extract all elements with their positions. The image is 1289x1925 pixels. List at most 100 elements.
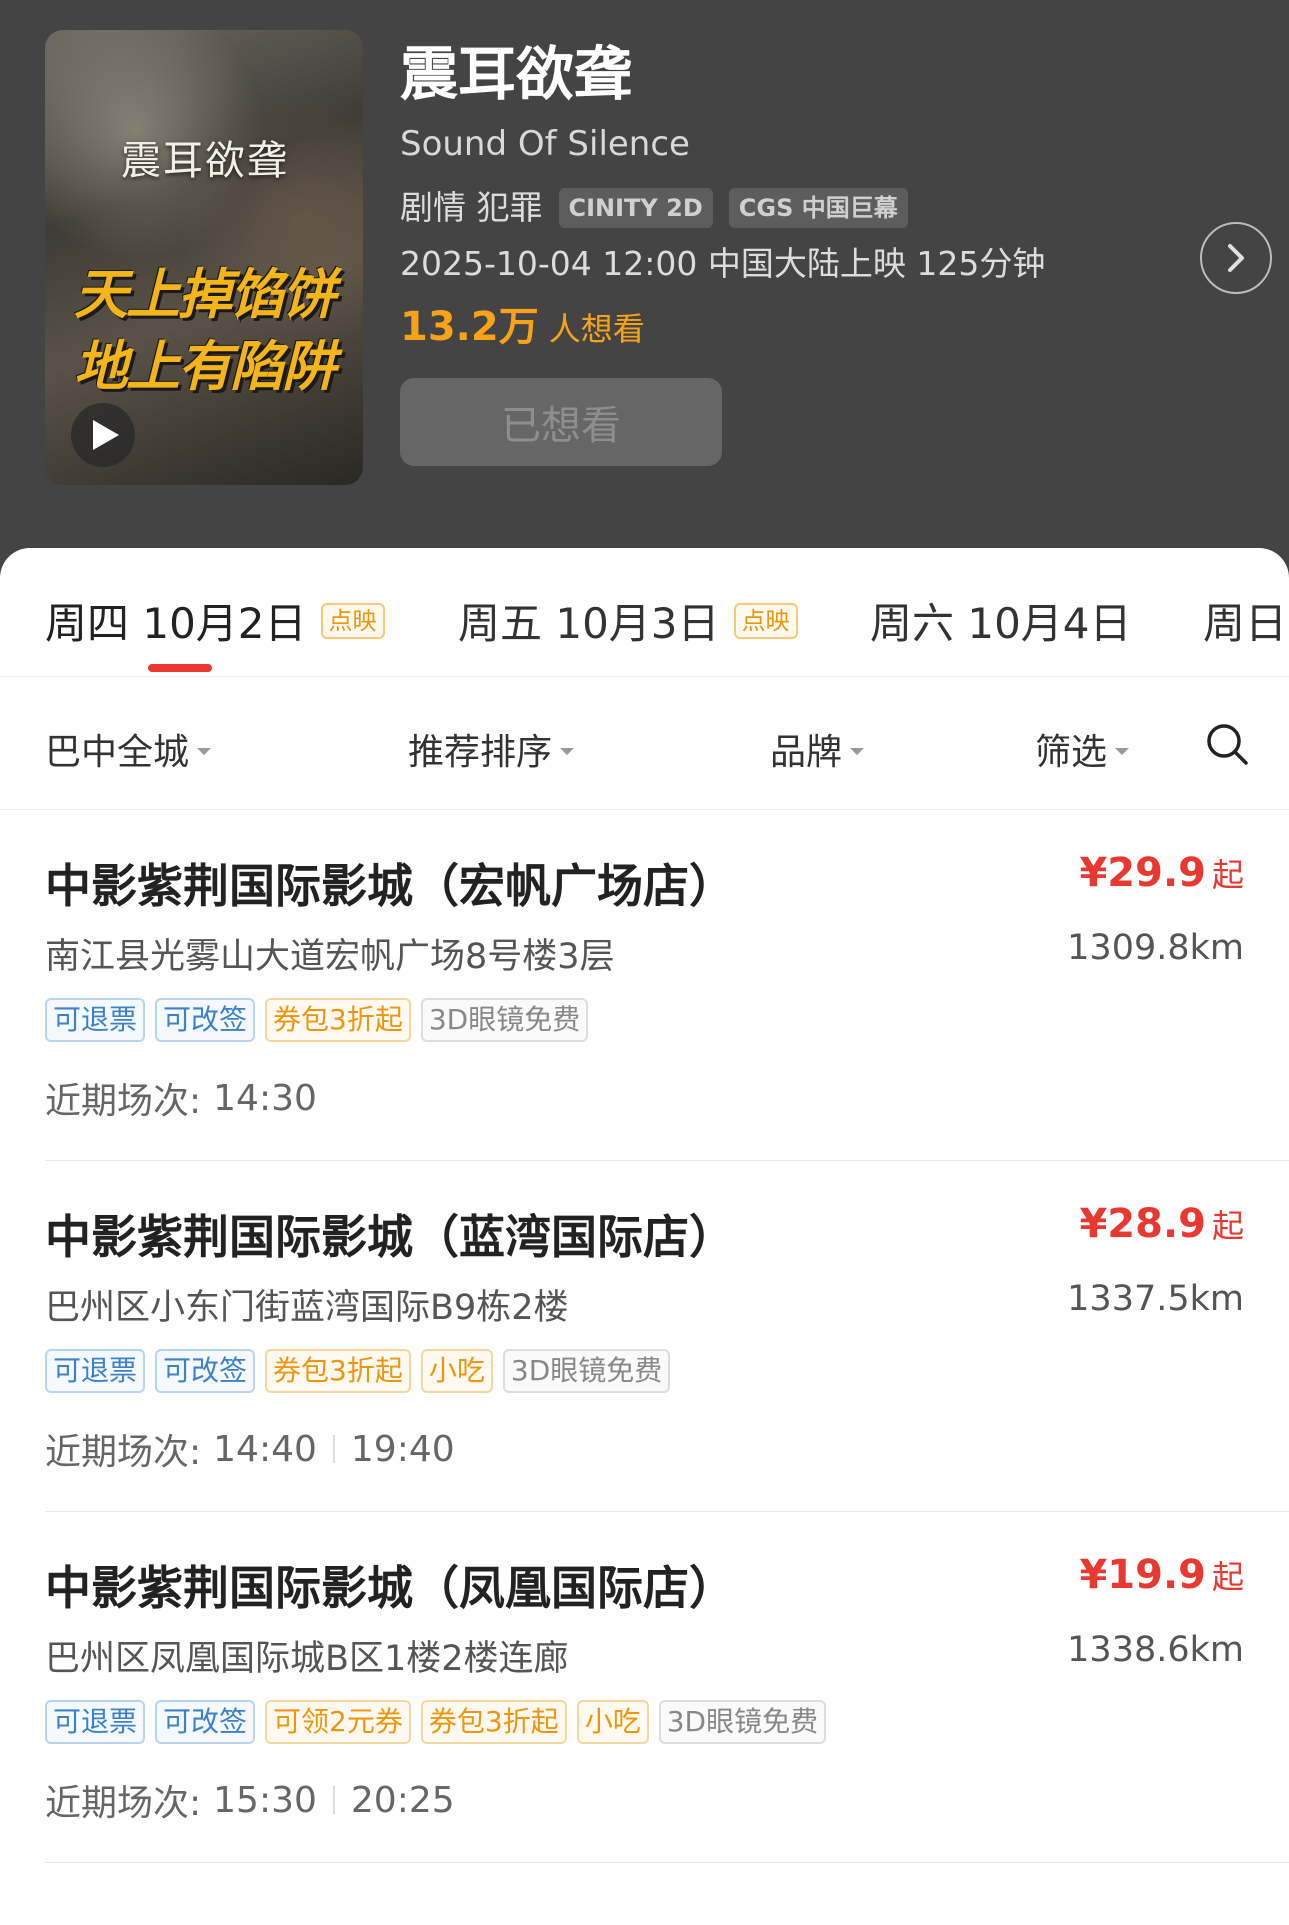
search-button[interactable] [1204, 721, 1250, 767]
price-suffix: 起 [1211, 1207, 1244, 1245]
price-amount: ¥29.9 [1079, 850, 1206, 896]
cinema-tag: 可退票 [45, 1700, 146, 1744]
more-filter[interactable]: 筛选 [1035, 723, 1130, 775]
more-filter-label: 筛选 [1035, 732, 1108, 773]
session-time: 19:40 [350, 1428, 455, 1470]
cinema-tag: 券包3折起 [265, 998, 411, 1042]
cinema-tags: 可退票 可改签 券包3折起 小吃 3D眼镜免费 [45, 1349, 671, 1393]
date-tab-sunday[interactable]: 周日 [1203, 590, 1287, 651]
price-amount: ¥28.9 [1079, 1201, 1206, 1247]
cinema-tag: 券包3折起 [265, 1349, 411, 1393]
poster-title: 震耳欲聋 [121, 138, 289, 184]
movie-info: 震耳欲聋 Sound Of Silence 剧情 犯罪 CINITY 2D CG… [400, 40, 1229, 466]
sort-filter-label: 推荐排序 [408, 732, 553, 773]
play-icon [93, 420, 119, 450]
cinema-list: 中影紫荆国际影城（宏帆广场店） ¥29.9 起 南江县光雾山大道宏帆广场8号楼3… [0, 810, 1289, 1863]
brand-filter[interactable]: 品牌 [770, 723, 865, 775]
cinema-price: ¥19.9 起 [1079, 1552, 1244, 1598]
preview-badge: 点映 [733, 602, 798, 639]
sessions-label: 近期场次: [45, 1783, 202, 1824]
poster-slogan-line2: 地上有陷阱 [74, 335, 336, 398]
want-count-number: 13.2万 [400, 304, 539, 350]
filter-bar: 巴中全城 推荐排序 品牌 筛选 [0, 677, 1289, 810]
cinema-address: 南江县光雾山大道宏帆广场8号楼3层 [45, 937, 615, 977]
cinema-tag: 3D眼镜免费 [420, 998, 589, 1042]
recent-sessions: 近期场次: 15:30 20:25 [45, 1774, 455, 1826]
cinema-tag: 可改签 [155, 998, 256, 1042]
cinema-name: 中影紫荆国际影城（凤凰国际店） [45, 1561, 735, 1615]
cinema-tag: 小吃 [420, 1349, 493, 1393]
date-tab-label: 周六 10月4日 [870, 599, 1132, 648]
movie-meta-row: 剧情 犯罪 CINITY 2D CGS 中国巨幕 [400, 186, 1229, 230]
cinema-distance: 1309.8km [1067, 928, 1244, 968]
sort-filter[interactable]: 推荐排序 [408, 723, 575, 775]
cinema-tag: 可退票 [45, 998, 146, 1042]
cinema-tag: 可退票 [45, 1349, 146, 1393]
date-tab-oct4[interactable]: 周六 10月4日 [870, 590, 1132, 651]
price-suffix: 起 [1211, 1558, 1244, 1596]
movie-english-title: Sound Of Silence [400, 124, 690, 164]
play-trailer-button[interactable] [71, 403, 135, 467]
cinema-card[interactable]: 中影紫荆国际影城（凤凰国际店） ¥19.9 起 巴州区凤凰国际城B区1楼2楼连廊… [45, 1512, 1289, 1863]
chevron-right-icon [1228, 244, 1244, 272]
caret-down-icon [1115, 747, 1130, 755]
caret-down-icon [197, 747, 212, 755]
recent-sessions: 近期场次: 14:40 19:40 [45, 1423, 455, 1475]
cinema-tag: 小吃 [576, 1700, 649, 1744]
want-count-label: 人想看 [548, 310, 645, 348]
movie-genres: 剧情 犯罪 [400, 188, 543, 227]
release-info: 2025-10-04 12:00 中国大陆上映 125分钟 [400, 244, 1046, 283]
session-time: 14:40 [213, 1428, 317, 1470]
date-tab-label: 周四 10月2日 [45, 599, 307, 648]
price-amount: ¥19.9 [1079, 1552, 1206, 1598]
session-divider [332, 1435, 335, 1463]
cinema-tag: 可改签 [155, 1700, 256, 1744]
cinema-tags: 可退票 可改签 券包3折起 3D眼镜免费 [45, 998, 589, 1042]
cinema-card[interactable]: 中影紫荆国际影城（蓝湾国际店） ¥28.9 起 巴州区小东门街蓝湾国际B9栋2楼… [45, 1161, 1289, 1512]
active-tab-indicator [148, 664, 212, 672]
cinema-distance: 1338.6km [1067, 1630, 1244, 1670]
cinema-tag: 3D眼镜免费 [658, 1700, 827, 1744]
session-time: 20:25 [350, 1779, 455, 1821]
movie-detail-button[interactable] [1200, 222, 1272, 294]
cinema-distance: 1337.5km [1067, 1279, 1244, 1319]
recent-sessions: 近期场次: 14:30 [45, 1072, 317, 1124]
cinema-price: ¥29.9 起 [1079, 850, 1244, 896]
area-filter-label: 巴中全城 [45, 732, 190, 773]
cinema-price: ¥28.9 起 [1079, 1201, 1244, 1247]
price-suffix: 起 [1211, 856, 1244, 894]
showtimes-sheet: 周四 10月2日 点映 周五 10月3日 点映 周六 10月4日 周日 巴中全城… [0, 548, 1289, 1925]
session-time: 14:30 [213, 1077, 317, 1119]
brand-filter-label: 品牌 [770, 732, 843, 773]
caret-down-icon [850, 747, 865, 755]
date-tab-oct3[interactable]: 周五 10月3日 点映 [458, 590, 798, 651]
cinema-tags: 可退票 可改签 可领2元券 券包3折起 小吃 3D眼镜免费 [45, 1700, 827, 1744]
area-filter[interactable]: 巴中全城 [45, 723, 212, 775]
session-time: 15:30 [213, 1779, 317, 1821]
date-tab-oct2[interactable]: 周四 10月2日 点映 [45, 590, 385, 651]
sessions-label: 近期场次: [45, 1081, 202, 1122]
caret-down-icon [560, 747, 575, 755]
cinema-tag: 券包3折起 [420, 1700, 567, 1744]
wanted-button[interactable]: 已想看 [400, 378, 722, 466]
date-tabs: 周四 10月2日 点映 周五 10月3日 点映 周六 10月4日 周日 [0, 548, 1289, 677]
want-to-see-count: 13.2万 人想看 [400, 294, 1229, 352]
search-icon [1207, 724, 1248, 765]
movie-header: 震耳欲聋 天上掉馅饼 地上有陷阱 震耳欲聋 Sound Of Silence 剧… [0, 0, 1289, 580]
date-tab-label: 周日 [1203, 599, 1288, 648]
poster-slogan-line1: 天上掉馅饼 [74, 263, 336, 326]
format-badge-cgs: CGS 中国巨幕 [728, 188, 908, 228]
cinema-address: 巴州区凤凰国际城B区1楼2楼连廊 [45, 1639, 569, 1679]
preview-badge: 点映 [320, 602, 385, 639]
cinema-name: 中影紫荆国际影城（蓝湾国际店） [45, 1210, 735, 1264]
format-badge-cinity: CINITY 2D [558, 188, 713, 228]
movie-title: 震耳欲聋 [400, 40, 633, 108]
cinema-tag: 可领2元券 [265, 1700, 411, 1744]
movie-poster[interactable]: 震耳欲聋 天上掉馅饼 地上有陷阱 [45, 30, 363, 485]
cinema-name: 中影紫荆国际影城（宏帆广场店） [45, 859, 735, 913]
cinema-card[interactable]: 中影紫荆国际影城（宏帆广场店） ¥29.9 起 南江县光雾山大道宏帆广场8号楼3… [45, 810, 1289, 1161]
sessions-label: 近期场次: [45, 1432, 202, 1473]
cinema-tag: 3D眼镜免费 [502, 1349, 671, 1393]
date-tab-label: 周五 10月3日 [458, 599, 720, 648]
cinema-address: 巴州区小东门街蓝湾国际B9栋2楼 [45, 1288, 569, 1328]
